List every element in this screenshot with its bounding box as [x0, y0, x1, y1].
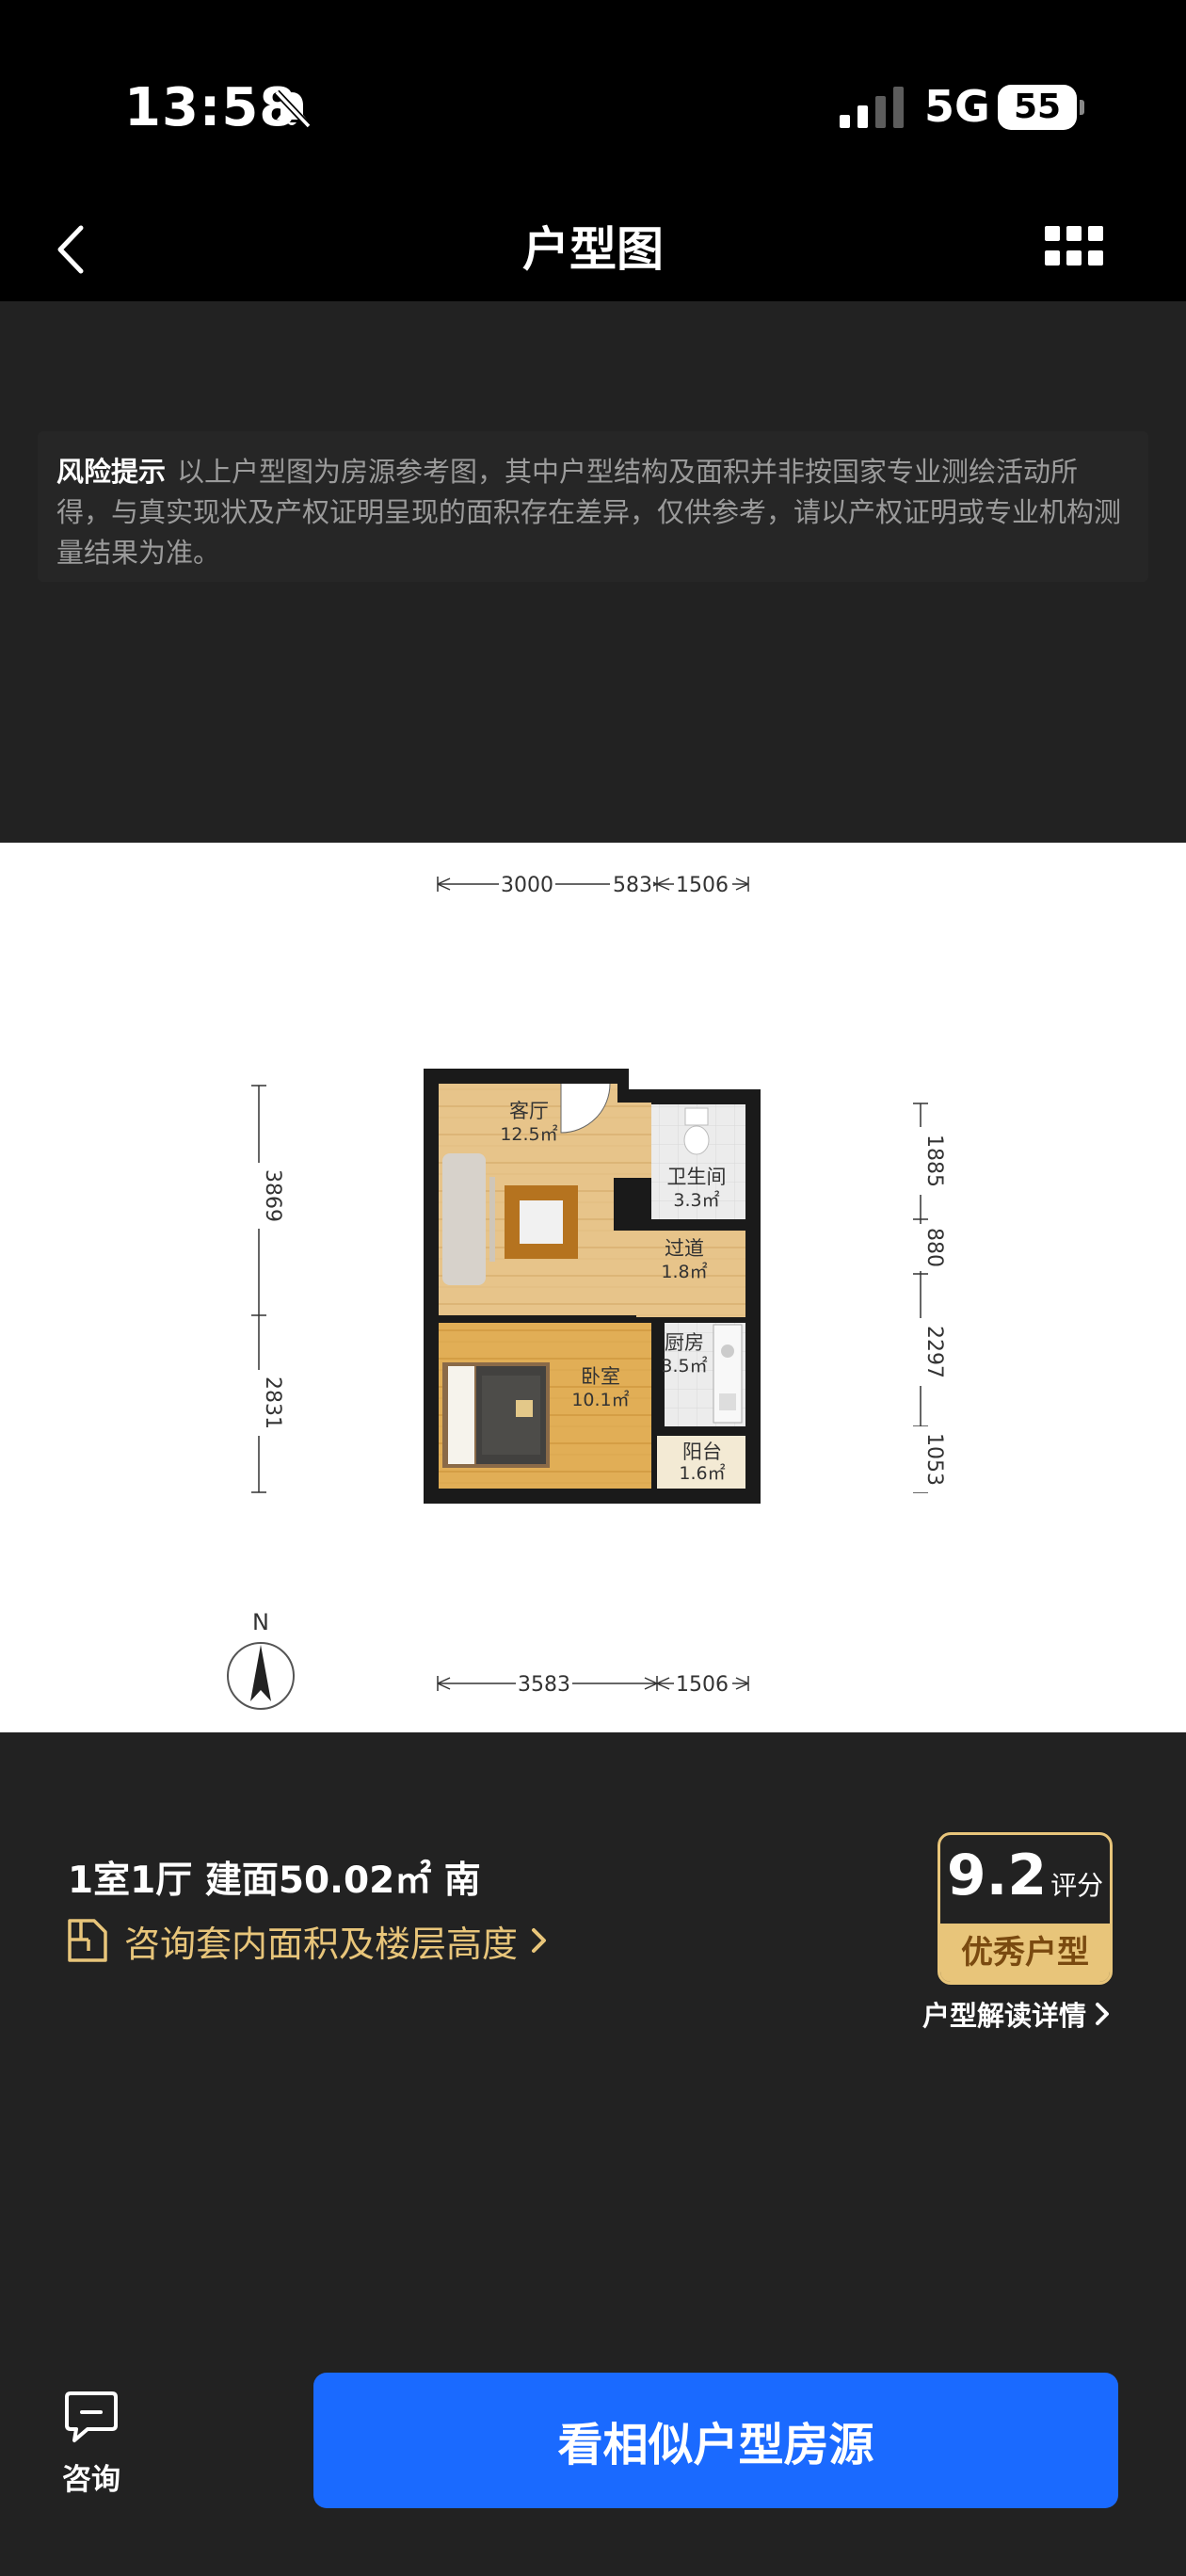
score-unit: 评分 [1050, 1870, 1104, 1901]
similar-layouts-button[interactable]: 看相似户型房源 [313, 2373, 1118, 2508]
room-bath-area: 3.3㎡ [673, 1189, 719, 1211]
layout-detail-text: 户型解读详情 [922, 2000, 1087, 2032]
room-kitchen-name: 厨房 [665, 1331, 704, 1354]
room-corridor-area: 1.8㎡ [661, 1261, 707, 1282]
score-badge: 优秀户型 [940, 1924, 1110, 1982]
consult-area-link[interactable]: 咨询套内面积及楼层高度 [66, 1915, 550, 1966]
room-bedroom-name: 卧室 [581, 1365, 620, 1388]
risk-text: 以上户型图为房源参考图，其中户型结构及面积并非按国家专业测绘活动所得，与真实现状… [56, 456, 1122, 569]
layout-score-card[interactable]: 9.2 评分 优秀户型 [938, 1832, 1113, 1985]
grid-menu-icon[interactable] [1043, 218, 1105, 281]
dim-right-2: 880 [922, 1228, 946, 1267]
dim-top-1: 3000 [501, 874, 553, 897]
room-balcony-name: 阳台 [682, 1441, 722, 1463]
dim-right-3: 2297 [922, 1326, 946, 1378]
room-balcony-area: 1.6㎡ [679, 1462, 725, 1484]
consult-area-text: 咨询套内面积及楼层高度 [124, 1923, 519, 1965]
status-bar: 13:58 5G 55 [0, 0, 1186, 198]
cellular-signal-icon [840, 87, 904, 128]
battery-level: 55 [1013, 88, 1062, 126]
dim-right-4: 1053 [922, 1433, 946, 1486]
room-living-name: 客厅 [509, 1100, 549, 1122]
room-kitchen-area: 3.5㎡ [661, 1355, 707, 1377]
layout-summary: 1室1厅 建面50.02㎡ 南 [68, 1860, 481, 1902]
floorplan-drawing: 3000 583 1506 3869 2831 1885 880 2297 10… [227, 871, 946, 1710]
chat-icon [65, 2391, 118, 2442]
document-icon [68, 1919, 107, 1962]
dim-left-2: 2831 [261, 1377, 284, 1429]
dim-bottom-1: 3583 [518, 1673, 570, 1697]
room-bath-name: 卫生间 [667, 1166, 727, 1188]
dim-top-3: 1506 [676, 874, 729, 897]
room-bedroom-area: 10.1㎡ [571, 1389, 629, 1410]
bell-muted-icon [274, 89, 312, 129]
chevron-right-icon [532, 1928, 547, 1953]
network-type: 5G [924, 81, 990, 132]
floorplan-image[interactable]: 3000 583 1506 3869 2831 1885 880 2297 10… [0, 843, 1186, 1732]
compass-label: N [252, 1609, 269, 1635]
layout-detail-link[interactable]: 户型解读详情 [922, 1994, 1111, 2034]
dim-left-1: 3869 [261, 1169, 284, 1222]
page-title: 户型图 [522, 222, 664, 277]
nav-bar: 户型图 [0, 198, 1186, 301]
risk-notice: 风险提示 以上户型图为房源参考图，其中户型结构及面积并非按国家专业测绘活动所得，与… [38, 431, 1148, 582]
consult-button[interactable]: 咨询 [56, 2388, 126, 2498]
dim-bottom-2: 1506 [676, 1673, 729, 1697]
room-living-area: 12.5㎡ [500, 1123, 557, 1145]
dim-right-1: 1885 [922, 1135, 946, 1187]
score-value: 9.2 [946, 1843, 1048, 1908]
consult-label: 咨询 [62, 2463, 120, 2497]
battery-icon: 55 [998, 85, 1084, 132]
risk-label: 风险提示 [56, 456, 167, 488]
chevron-right-icon [1096, 2003, 1110, 2025]
room-corridor-name: 过道 [665, 1237, 704, 1260]
dim-top-2: 583 [613, 874, 652, 897]
